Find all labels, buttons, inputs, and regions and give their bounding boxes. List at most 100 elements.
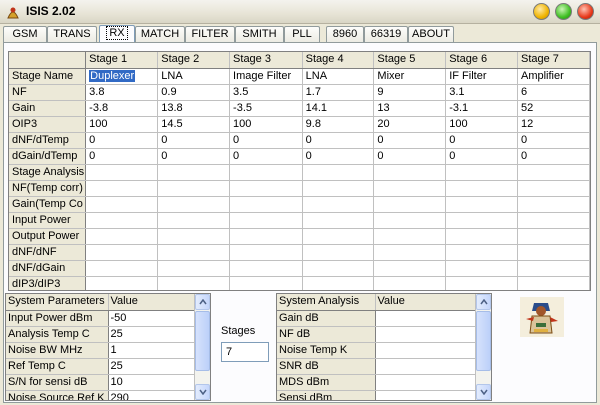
grid-cell[interactable]: 13.8 xyxy=(157,100,231,117)
grid-cell[interactable]: 9 xyxy=(373,84,447,101)
column-header[interactable]: Value xyxy=(108,294,195,311)
column-header[interactable]: Stage 2 xyxy=(157,52,231,69)
grid-cell[interactable] xyxy=(375,358,476,375)
grid-cell[interactable] xyxy=(157,260,231,277)
grid-cell[interactable] xyxy=(85,260,159,277)
minimize-button[interactable] xyxy=(533,3,550,20)
close-button[interactable] xyxy=(577,3,594,20)
maximize-button[interactable] xyxy=(555,3,572,20)
grid-cell[interactable] xyxy=(85,180,159,197)
grid-cell[interactable]: 0 xyxy=(85,132,159,149)
grid-cell[interactable]: -3.5 xyxy=(229,100,303,117)
grid-cell[interactable]: 0 xyxy=(157,148,231,165)
grid-cell[interactable]: 13 xyxy=(373,100,447,117)
column-header[interactable]: Stage 4 xyxy=(302,52,375,69)
grid-cell[interactable]: 0 xyxy=(373,132,447,149)
grid-cell[interactable]: LNA xyxy=(302,68,375,85)
grid-cell[interactable] xyxy=(85,276,159,290)
grid-cell[interactable] xyxy=(157,212,231,229)
grid-cell[interactable]: 14.1 xyxy=(302,100,375,117)
column-header[interactable]: Stage 7 xyxy=(517,52,590,69)
grid-cell[interactable]: -50 xyxy=(108,310,195,327)
grid-cell[interactable] xyxy=(302,212,375,229)
grid-cell[interactable]: 3.8 xyxy=(85,84,159,101)
grid-cell[interactable]: 0 xyxy=(445,148,518,165)
grid-cell[interactable] xyxy=(373,212,447,229)
grid-cell[interactable]: 25 xyxy=(108,326,195,343)
grid-cell[interactable] xyxy=(302,276,375,290)
grid-cell[interactable] xyxy=(302,180,375,197)
grid-cell[interactable]: LNA xyxy=(157,68,231,85)
stages-input[interactable] xyxy=(221,342,269,362)
grid-cell[interactable] xyxy=(517,260,590,277)
column-header[interactable]: Stage 5 xyxy=(373,52,447,69)
grid-cell[interactable]: -3.8 xyxy=(85,100,159,117)
grid-cell[interactable] xyxy=(302,244,375,261)
grid-cell[interactable]: 3.1 xyxy=(445,84,518,101)
tab-smith[interactable]: SMITH xyxy=(235,26,284,42)
grid-cell[interactable] xyxy=(517,276,590,290)
grid-cell[interactable] xyxy=(445,180,518,197)
column-header[interactable]: Stage 3 xyxy=(229,52,303,69)
grid-cell[interactable]: 0 xyxy=(517,148,590,165)
grid-cell[interactable]: 0.9 xyxy=(157,84,231,101)
tab-about[interactable]: ABOUT xyxy=(408,26,454,42)
stage-grid[interactable]: Stage 1 Stage 2 Stage 3 Stage 4 Stage 5 … xyxy=(8,51,591,291)
grid-cell[interactable] xyxy=(85,244,159,261)
tab-trans[interactable]: TRANS xyxy=(47,26,97,42)
grid-cell[interactable]: IF Filter xyxy=(445,68,518,85)
vertical-scrollbar[interactable] xyxy=(194,294,210,400)
grid-cell[interactable]: 9.8 xyxy=(302,116,375,133)
grid-cell[interactable] xyxy=(229,180,303,197)
grid-cell[interactable]: 14.5 xyxy=(157,116,231,133)
grid-cell[interactable]: 100 xyxy=(229,116,303,133)
grid-cell[interactable] xyxy=(85,196,159,213)
grid-cell[interactable]: -3.1 xyxy=(445,100,518,117)
grid-cell[interactable] xyxy=(302,228,375,245)
column-header[interactable]: Stage 6 xyxy=(445,52,518,69)
grid-cell[interactable]: 100 xyxy=(85,116,159,133)
grid-cell[interactable] xyxy=(229,244,303,261)
grid-cell[interactable] xyxy=(445,260,518,277)
grid-cell[interactable] xyxy=(445,212,518,229)
grid-cell[interactable] xyxy=(375,326,476,343)
grid-cell[interactable] xyxy=(302,196,375,213)
scroll-up-button[interactable] xyxy=(195,294,210,310)
column-header[interactable]: System Analysis xyxy=(277,294,376,311)
tab-gsm[interactable]: GSM xyxy=(3,26,47,42)
grid-cell[interactable] xyxy=(157,228,231,245)
grid-cell[interactable] xyxy=(445,276,518,290)
scroll-down-button[interactable] xyxy=(195,384,210,400)
grid-cell[interactable]: 52 xyxy=(517,100,590,117)
grid-cell[interactable]: Amplifier xyxy=(517,68,590,85)
grid-cell[interactable] xyxy=(517,180,590,197)
column-header[interactable]: Stage 1 xyxy=(85,52,159,69)
grid-cell[interactable] xyxy=(375,342,476,359)
grid-cell[interactable] xyxy=(375,390,476,400)
title-bar[interactable]: ISIS 2.02 xyxy=(0,0,600,24)
grid-cell[interactable] xyxy=(157,180,231,197)
grid-cell[interactable] xyxy=(157,276,231,290)
grid-cell[interactable] xyxy=(445,164,518,181)
grid-cell[interactable]: Mixer xyxy=(373,68,447,85)
grid-cell[interactable] xyxy=(85,228,159,245)
grid-cell[interactable] xyxy=(373,228,447,245)
grid-cell[interactable]: 10 xyxy=(108,374,195,391)
grid-cell[interactable] xyxy=(373,260,447,277)
grid-cell[interactable]: 20 xyxy=(373,116,447,133)
grid-cell[interactable]: 0 xyxy=(517,132,590,149)
grid-cell[interactable] xyxy=(375,374,476,391)
grid-cell[interactable]: 100 xyxy=(445,116,518,133)
grid-cell[interactable] xyxy=(85,212,159,229)
grid-cell[interactable]: 0 xyxy=(229,132,303,149)
tab-66319[interactable]: 66319 xyxy=(364,26,408,42)
grid-cell[interactable]: 0 xyxy=(445,132,518,149)
tab-filter[interactable]: FILTER xyxy=(185,26,235,42)
column-header[interactable]: Value xyxy=(375,294,476,311)
grid-cell[interactable]: 290 xyxy=(108,390,195,400)
grid-cell[interactable] xyxy=(229,276,303,290)
grid-cell[interactable]: 0 xyxy=(302,148,375,165)
grid-cell[interactable] xyxy=(229,260,303,277)
grid-cell[interactable] xyxy=(375,310,476,327)
system-analysis-grid[interactable]: System Analysis Value Gain dB NF dB Nois… xyxy=(276,293,492,401)
